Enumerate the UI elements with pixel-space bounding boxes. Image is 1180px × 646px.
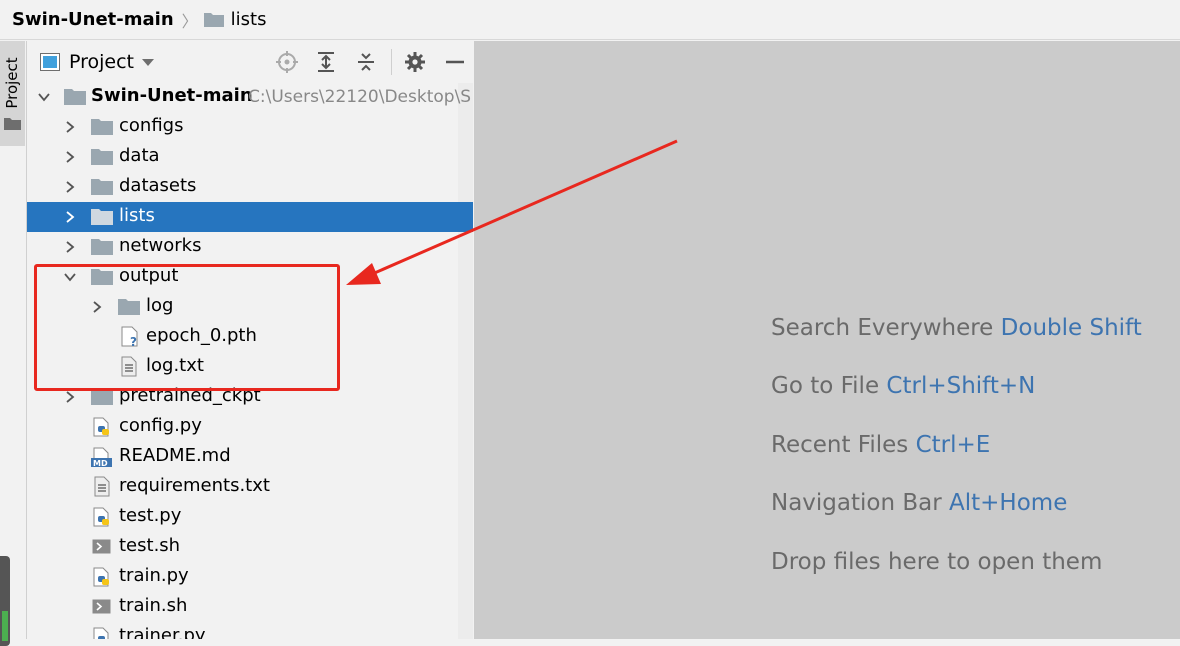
annotation-arrow [346,139,678,285]
